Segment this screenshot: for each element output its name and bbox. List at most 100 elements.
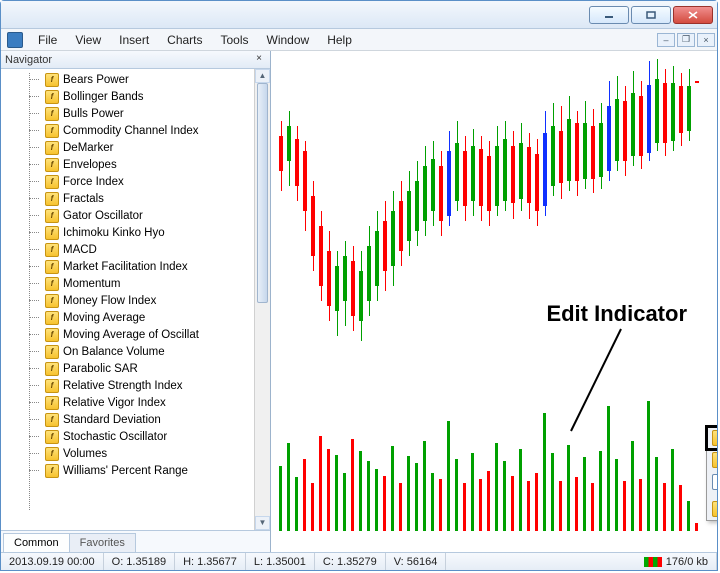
status-datetime: 2013.09.19 00:00 xyxy=(1,553,104,570)
app-window: FileViewInsertChartsToolsWindowHelp – ❐ … xyxy=(0,0,718,571)
volume-bar xyxy=(495,443,498,531)
indicator-label: Bulls Power xyxy=(63,108,124,120)
tab-common[interactable]: Common xyxy=(3,533,70,552)
volume-bar xyxy=(687,501,690,531)
indicator-item[interactable]: fFractals xyxy=(5,190,270,207)
indicator-item[interactable]: fWilliams' Percent Range xyxy=(5,462,270,479)
indicator-label: Envelopes xyxy=(63,159,117,171)
menu-help[interactable]: Help xyxy=(318,31,361,49)
menu-window[interactable]: Window xyxy=(258,31,319,49)
indicator-item[interactable]: fMoney Flow Index xyxy=(5,292,270,309)
scroll-down-button[interactable]: ▼ xyxy=(255,516,270,530)
indicator-item[interactable]: f Gator Oscillator xyxy=(5,207,270,224)
menu-tools[interactable]: Tools xyxy=(212,31,258,49)
navigator-panel: Navigator × fBears PowerfBollinger Bands… xyxy=(1,51,271,552)
volume-bar xyxy=(279,466,282,531)
indicator-icon: f xyxy=(45,447,59,461)
indicator-item[interactable]: fMoving Average of Oscillat xyxy=(5,326,270,343)
indicator-icon: f xyxy=(45,158,59,172)
indicator-label: Standard Deviation xyxy=(63,414,161,426)
navigator-close-button[interactable]: × xyxy=(252,53,266,67)
status-traffic-text: 176/0 kb xyxy=(666,556,708,568)
navigator-tree[interactable]: fBears PowerfBollinger BandsfBulls Power… xyxy=(1,69,270,530)
volume-bar xyxy=(535,473,538,531)
status-high: H: 1.35677 xyxy=(175,553,246,570)
volume-bar xyxy=(423,441,426,531)
indicator-item[interactable]: f Envelopes xyxy=(5,156,270,173)
volume-bar xyxy=(367,461,370,531)
navigator-tabs: Common Favorites xyxy=(1,530,270,552)
indicator-label: Bollinger Bands xyxy=(63,91,144,103)
volume-bar xyxy=(343,473,346,531)
volume-bar xyxy=(319,436,322,531)
indicator-label: Gator Oscillator xyxy=(63,210,143,222)
mdi-minimize-button[interactable]: – xyxy=(657,33,675,47)
mdi-restore-button[interactable]: ❐ xyxy=(677,33,695,47)
indicator-label: MACD xyxy=(63,244,97,256)
indicator-context-menu: Volumes properties... Delete Indicator D… xyxy=(706,426,717,521)
scroll-up-button[interactable]: ▲ xyxy=(255,69,270,83)
volume-bar xyxy=(447,421,450,531)
volume-bar xyxy=(407,456,410,531)
volume-bar xyxy=(391,446,394,531)
tab-favorites[interactable]: Favorites xyxy=(69,533,136,552)
menu-item-delete-window[interactable]: Delete Indicator Window xyxy=(707,471,717,493)
volume-bar xyxy=(679,485,682,531)
indicator-item[interactable]: fRelative Strength Index xyxy=(5,377,270,394)
indicator-item[interactable]: fDeMarker xyxy=(5,139,270,156)
volume-bar xyxy=(295,477,298,531)
indicator-icon: f xyxy=(45,90,59,104)
menu-item-indicators-list[interactable]: Indicators List Ctrl+I xyxy=(707,498,717,520)
indicator-item[interactable]: fMomentum xyxy=(5,275,270,292)
menu-charts[interactable]: Charts xyxy=(158,31,211,49)
volume-bar xyxy=(303,459,306,531)
navigator-scrollbar[interactable]: ▲ ▼ xyxy=(254,69,270,530)
indicator-item[interactable]: fOn Balance Volume xyxy=(5,343,270,360)
volume-bar xyxy=(487,471,490,531)
menu-insert[interactable]: Insert xyxy=(110,31,158,49)
window-close-button[interactable] xyxy=(673,6,713,24)
volume-bar xyxy=(287,443,290,531)
indicator-item[interactable]: fMACD xyxy=(5,241,270,258)
volume-bar xyxy=(623,481,626,531)
indicator-item[interactable]: fVolumes xyxy=(5,445,270,462)
indicator-item[interactable]: fBears Power xyxy=(5,71,270,88)
indicator-item[interactable]: fRelative Vigor Index xyxy=(5,394,270,411)
menu-bar: FileViewInsertChartsToolsWindowHelp – ❐ … xyxy=(1,29,717,51)
indicator-item[interactable]: f Bollinger Bands xyxy=(5,88,270,105)
window-minimize-button[interactable] xyxy=(589,6,629,24)
status-open: O: 1.35189 xyxy=(104,553,175,570)
volume-bar xyxy=(575,477,578,531)
indicator-icon: f xyxy=(45,175,59,189)
indicator-item[interactable]: fBulls Power xyxy=(5,105,270,122)
volume-bar xyxy=(631,441,634,531)
indicator-item[interactable]: fCommodity Channel Index xyxy=(5,122,270,139)
indicator-icon: f xyxy=(45,209,59,223)
chart-area[interactable]: Edit Indicator Volumes properties... Del… xyxy=(271,51,717,552)
indicator-item[interactable]: fMarket Facilitation Index xyxy=(5,258,270,275)
volume-bar xyxy=(439,479,442,531)
menu-view[interactable]: View xyxy=(66,31,110,49)
menu-file[interactable]: File xyxy=(29,31,66,49)
scroll-thumb[interactable] xyxy=(257,83,268,303)
indicator-icon: f xyxy=(45,141,59,155)
indicator-item[interactable]: fParabolic SAR xyxy=(5,360,270,377)
indicator-label: Fractals xyxy=(63,193,104,205)
indicator-icon: f xyxy=(45,430,59,444)
volume-pane[interactable] xyxy=(271,381,717,531)
status-volume: V: 56164 xyxy=(386,553,447,570)
window-maximize-button[interactable] xyxy=(631,6,671,24)
volume-bar xyxy=(559,481,562,531)
menu-item-delete-indicator[interactable]: Delete Indicator xyxy=(707,449,717,471)
traffic-icon xyxy=(644,557,662,567)
menu-item-properties[interactable]: Volumes properties... xyxy=(707,427,717,449)
mdi-close-button[interactable]: × xyxy=(697,33,715,47)
indicator-item[interactable]: fStandard Deviation xyxy=(5,411,270,428)
indicator-item[interactable]: fIchimoku Kinko Hyo xyxy=(5,224,270,241)
volume-bar xyxy=(359,451,362,531)
indicator-label: On Balance Volume xyxy=(63,346,165,358)
indicator-item[interactable]: fForce Index xyxy=(5,173,270,190)
volume-bar xyxy=(551,453,554,531)
indicator-item[interactable]: fMoving Average xyxy=(5,309,270,326)
indicator-item[interactable]: fStochastic Oscillator xyxy=(5,428,270,445)
